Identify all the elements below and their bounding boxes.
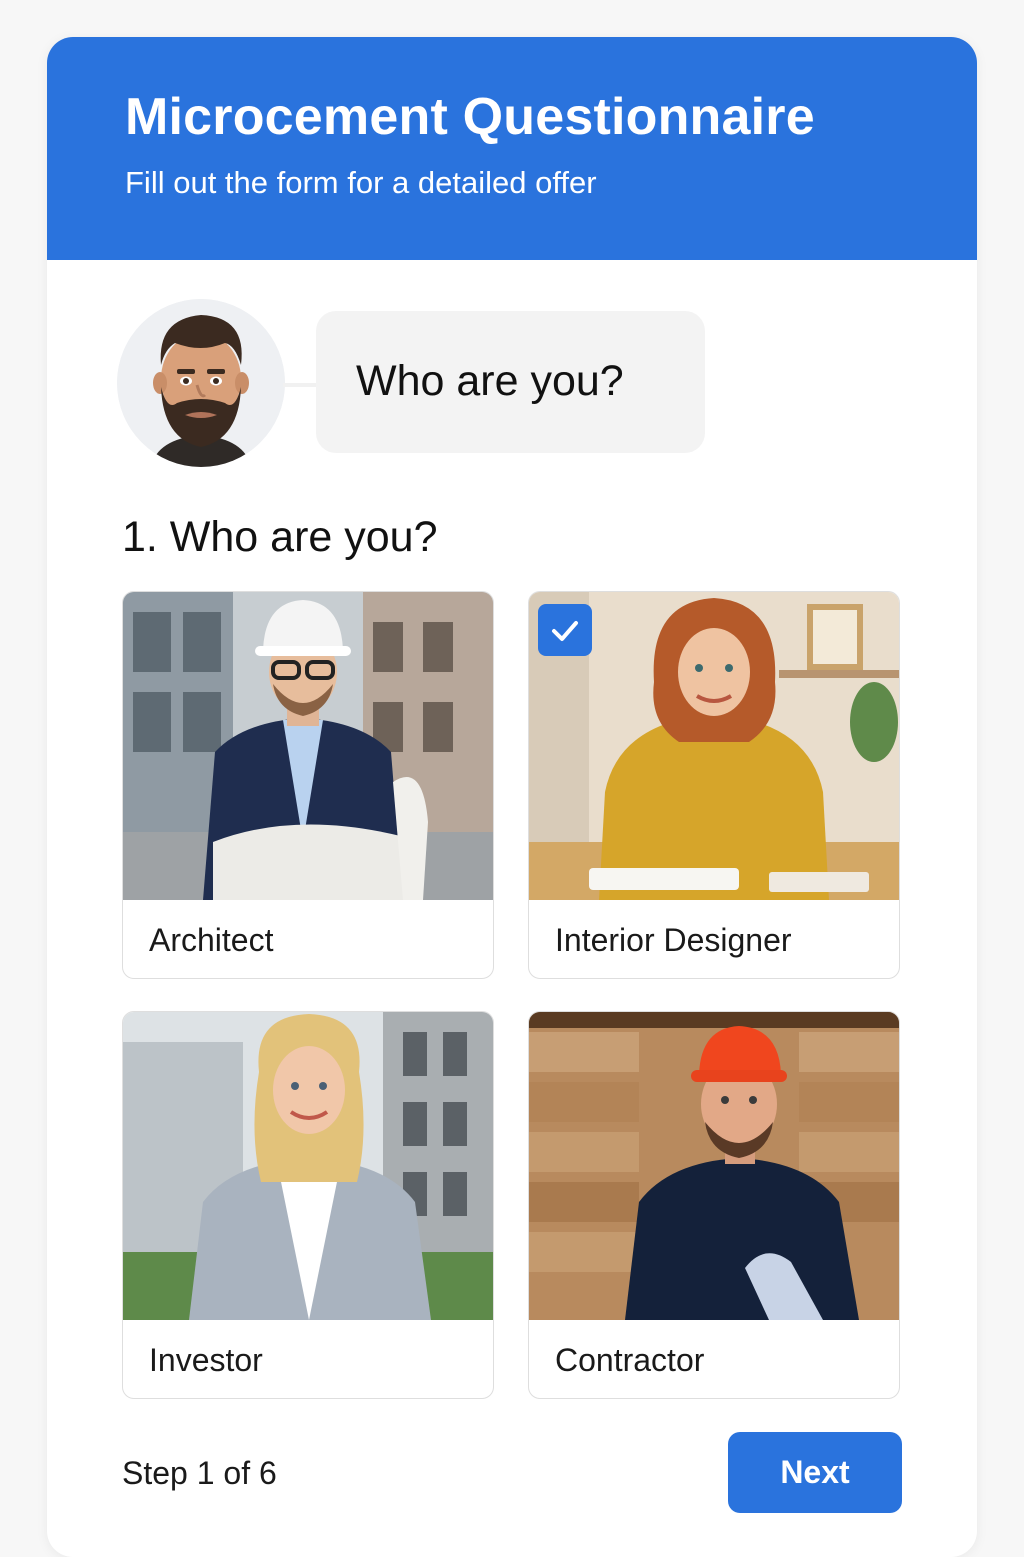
option-investor[interactable]: Investor [122, 1011, 494, 1399]
option-contractor[interactable]: Contractor [528, 1011, 900, 1399]
selected-checkbox[interactable] [538, 604, 592, 656]
bubble-connector [283, 383, 317, 387]
chat-bubble-text: Who are you? [356, 357, 624, 405]
option-label: Interior Designer [555, 922, 792, 958]
checkmark-icon [552, 621, 578, 641]
investor-photo [123, 1012, 493, 1320]
step-indicator: Step 1 of 6 [122, 1455, 277, 1491]
chat-bubble: Who are you? [316, 311, 705, 453]
page-title: Microcement Questionnaire [125, 88, 815, 146]
option-interior-designer[interactable]: Interior Designer [528, 591, 900, 979]
architect-photo [123, 592, 493, 900]
header-banner: Microcement Questionnaire Fill out the f… [47, 37, 977, 260]
option-label: Contractor [555, 1342, 705, 1378]
option-architect[interactable]: Architect [122, 591, 494, 979]
next-button-label: Next [780, 1454, 850, 1490]
option-label: Investor [149, 1342, 263, 1378]
questionnaire-card: Microcement Questionnaire Fill out the f… [47, 37, 977, 1557]
contractor-photo [529, 1012, 899, 1320]
bearded-man-avatar-icon [117, 299, 285, 467]
page-subtitle: Fill out the form for a detailed offer [125, 165, 597, 200]
assistant-avatar [117, 299, 285, 467]
option-label: Architect [149, 922, 274, 958]
next-button[interactable]: Next [728, 1432, 902, 1513]
question-label: 1. Who are you? [122, 513, 438, 561]
